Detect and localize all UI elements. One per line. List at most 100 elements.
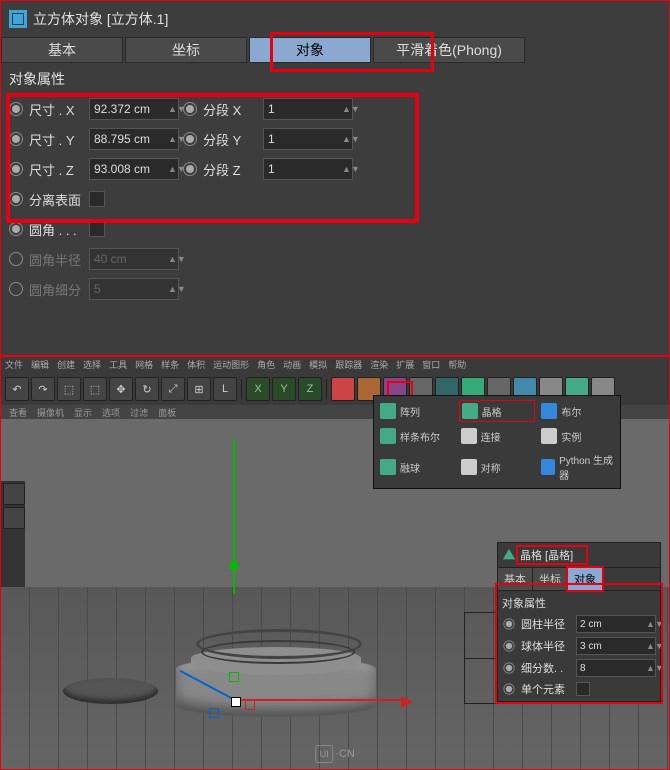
input-sph-r[interactable]: 3 cm▲▼ [576,637,656,655]
menu-item[interactable]: 角色 [257,358,275,372]
spinner-icon[interactable]: ▲▼ [342,167,348,172]
popup-item-icon [541,403,557,419]
anim-dot-icon[interactable] [9,222,23,236]
popup-item-晶格[interactable]: 晶格 [459,400,536,422]
input-seg-y[interactable]: 1▲▼ [263,128,353,150]
attribute-tabs: 基本 坐标 对象 平滑着色(Phong) [1,37,669,63]
main-menubar[interactable]: 文件编辑创建选择工具网格样条体积运动图形角色动画模拟跟踪器渲染扩展窗口帮助 [1,357,669,373]
toolbar-icon[interactable]: ✥ [109,377,133,401]
spinner-icon[interactable]: ▲▼ [168,167,174,172]
toolbar-icon[interactable]: ⊞ [187,377,211,401]
toolbar-icon[interactable]: ↻ [135,377,159,401]
anim-dot-icon[interactable] [9,162,23,176]
row-fillet: 圆角 . . . [9,217,661,241]
atom-icon [502,548,516,562]
spinner-icon[interactable]: ▲▼ [342,107,348,112]
checkbox-fillet[interactable] [89,221,105,237]
atom-tab-object[interactable]: 对象 [566,566,604,592]
label-sep-surface: 分离表面 [29,190,85,209]
gizmo-handle-x[interactable] [245,700,255,710]
menu-item[interactable]: 动画 [283,358,301,372]
input-size-z[interactable]: 93.008 cm▲▼ [89,158,179,180]
menu-item[interactable]: 运动图形 [213,358,249,372]
toolbar-icon[interactable]: ↶ [5,377,29,401]
input-fillet-r: 40 cm▲▼ [89,248,179,270]
mode-icon[interactable] [3,507,25,529]
toolbar-icon[interactable] [331,377,355,401]
menu-item[interactable]: 创建 [57,358,75,372]
toolbar-icon[interactable]: L [213,377,237,401]
popup-item-融球[interactable]: 融球 [378,450,455,484]
tab-object[interactable]: 对象 [249,37,371,63]
tab-basic[interactable]: 基本 [1,37,123,63]
popup-item-icon [461,459,477,475]
menu-item[interactable]: 跟踪器 [335,358,362,372]
anim-dot-icon[interactable] [9,132,23,146]
anim-dot-icon[interactable] [503,618,514,629]
menu-item[interactable]: 样条 [161,358,179,372]
anim-dot-icon[interactable] [183,132,197,146]
popup-item-Python 生成器[interactable]: Python 生成器 [539,450,616,484]
toolbar-icon[interactable]: ⬚ [83,377,107,401]
scene-ring-inner[interactable] [201,640,355,664]
anim-dot-icon[interactable] [183,102,197,116]
anim-dot-icon[interactable] [9,102,23,116]
input-cyl-r[interactable]: 2 cm▲▼ [576,615,656,633]
menu-item[interactable]: 帮助 [448,358,466,372]
tab-phong[interactable]: 平滑着色(Phong) [373,37,525,63]
tab-coord[interactable]: 坐标 [125,37,247,63]
anim-dot-icon[interactable] [503,640,514,651]
spinner-icon[interactable]: ▲▼ [646,622,652,627]
gizmo-origin-icon[interactable] [231,697,241,707]
anim-dot-icon[interactable] [503,662,514,673]
spinner-icon[interactable]: ▲▼ [646,644,652,649]
checkbox-sep-surface[interactable] [89,191,105,207]
menu-item[interactable]: 窗口 [422,358,440,372]
menu-item[interactable]: 选择 [83,358,101,372]
toolbar-icon[interactable]: ↷ [31,377,55,401]
spinner-icon[interactable]: ▲▼ [168,137,174,142]
menu-item[interactable]: 渲染 [370,358,388,372]
popup-item-样条布尔[interactable]: 样条布尔 [378,426,455,446]
input-size-y[interactable]: 88.795 cm▲▼ [89,128,179,150]
menu-item[interactable]: 编辑 [31,358,49,372]
popup-item-连接[interactable]: 连接 [459,426,536,446]
anim-dot-icon[interactable] [183,162,197,176]
popup-item-对称[interactable]: 对称 [459,450,536,484]
axis-toggle-z[interactable]: Z [298,377,322,401]
axis-toggle-x[interactable]: X [246,377,270,401]
gizmo-handle-z[interactable] [209,708,219,718]
menu-item[interactable]: 体积 [187,358,205,372]
menu-item[interactable]: 工具 [109,358,127,372]
gizmo-handle-y[interactable] [229,672,239,682]
input-seg-z[interactable]: 1▲▼ [263,158,353,180]
atom-tab-basic[interactable]: 基本 [498,568,533,590]
axis-y-line[interactable] [233,439,235,594]
menu-item[interactable]: 文件 [5,358,23,372]
spinner-icon[interactable]: ▲▼ [646,666,652,671]
input-sub[interactable]: 8▲▼ [576,659,656,677]
popup-item-布尔[interactable]: 布尔 [539,400,616,422]
menu-item[interactable]: 扩展 [396,358,414,372]
axis-toggle-y[interactable]: Y [272,377,296,401]
toolbar-icon[interactable]: ⤢ [161,377,185,401]
popup-item-实例[interactable]: 实例 [539,426,616,446]
mode-icon[interactable] [3,483,25,505]
menu-item[interactable]: 网格 [135,358,153,372]
row-size-y: 尺寸 . Y 88.795 cm▲▼ 分段 Y 1▲▼ [9,127,661,151]
axis-x-arrow-icon[interactable] [401,696,413,708]
input-size-x[interactable]: 92.372 cm▲▼ [89,98,179,120]
axis-x-line[interactable] [233,699,403,701]
spinner-icon[interactable]: ▲▼ [342,137,348,142]
atom-tab-coord[interactable]: 坐标 [533,568,568,590]
anim-dot-icon[interactable] [503,683,514,694]
scene-disk-object[interactable] [63,678,158,704]
popup-item-阵列[interactable]: 阵列 [378,400,455,422]
menu-item[interactable]: 模拟 [309,358,327,372]
toolbar-icon[interactable]: ⬚ [57,377,81,401]
spinner-icon[interactable]: ▲▼ [168,107,174,112]
checkbox-single[interactable] [576,682,590,696]
axis-y-arrow-icon[interactable] [228,557,240,569]
input-seg-x[interactable]: 1▲▼ [263,98,353,120]
anim-dot-icon[interactable] [9,192,23,206]
